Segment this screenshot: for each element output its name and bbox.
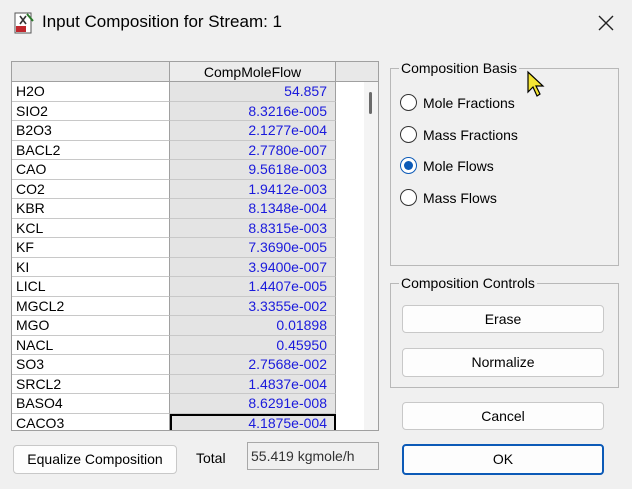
window-title: Input Composition for Stream: 1	[42, 12, 283, 31]
component-name-cell: SO3	[12, 355, 170, 375]
radio-label: Mole Fractions	[423, 94, 515, 111]
table-row: SIO2 8.3216e-005	[12, 101, 378, 121]
table-row: BACL2 2.7780e-007	[12, 140, 378, 160]
grid-header: CompMoleFlow	[12, 62, 378, 82]
grid-rows: H2O 54.857 SIO2 8.3216e-005 B2O3 2.1277e-004 B…	[12, 82, 378, 430]
radio-label: Mole Flows	[423, 157, 494, 174]
equalize-composition-button[interactable]: Equalize Composition	[13, 445, 177, 474]
table-row: BASO4 8.6291e-008	[12, 394, 378, 414]
radio-mole-flows[interactable]: Mole Flows	[400, 157, 494, 174]
table-row: B2O3 2.1277e-004	[12, 121, 378, 141]
mouse-cursor-icon	[527, 70, 545, 97]
composition-basis-label: Composition Basis	[399, 60, 519, 76]
radio-circle-icon[interactable]	[400, 189, 417, 206]
radio-label: Mass Flows	[423, 189, 497, 206]
table-row: CO2 1.9412e-003	[12, 179, 378, 199]
app-icon	[14, 12, 34, 34]
scroll-thumb[interactable]	[369, 92, 372, 114]
title-bar: Input Composition for Stream: 1	[0, 0, 632, 46]
column-header-compmoleflow[interactable]: CompMoleFlow	[170, 62, 336, 82]
radio-circle-icon[interactable]	[400, 126, 417, 143]
component-name-cell: KF	[12, 238, 170, 258]
component-name-cell: LICL	[12, 277, 170, 297]
ok-button[interactable]: OK	[402, 444, 604, 475]
component-name-cell: MGCL2	[12, 296, 170, 316]
component-value-cell[interactable]: 3.3355e-002	[170, 296, 336, 316]
component-name-cell: BACL2	[12, 140, 170, 160]
table-row: NACL 0.45950	[12, 335, 378, 355]
radio-label: Mass Fractions	[423, 126, 518, 143]
component-value-cell[interactable]: 8.6291e-008	[170, 394, 336, 414]
component-value-cell[interactable]: 8.1348e-004	[170, 199, 336, 219]
component-name-cell: BASO4	[12, 394, 170, 414]
normalize-button[interactable]: Normalize	[402, 348, 604, 377]
table-row: MGO 0.01898	[12, 316, 378, 336]
component-name-cell: MGO	[12, 316, 170, 336]
close-button[interactable]	[588, 8, 624, 38]
table-row: KI 3.9400e-007	[12, 257, 378, 277]
component-value-cell[interactable]: 1.9412e-003	[170, 179, 336, 199]
radio-mole-fractions[interactable]: Mole Fractions	[400, 94, 515, 111]
component-name-cell: NACL	[12, 335, 170, 355]
component-value-cell[interactable]: 1.4837e-004	[170, 374, 336, 394]
table-row: CAO 9.5618e-003	[12, 160, 378, 180]
cancel-button[interactable]: Cancel	[402, 402, 604, 430]
component-value-cell[interactable]: 1.4407e-005	[170, 277, 336, 297]
composition-controls-label: Composition Controls	[399, 275, 537, 291]
component-value-cell[interactable]: 54.857	[170, 82, 336, 102]
component-value-cell[interactable]: 9.5618e-003	[170, 160, 336, 180]
table-row: KCL 8.8315e-003	[12, 218, 378, 238]
component-name-cell: CO2	[12, 179, 170, 199]
total-label: Total	[196, 450, 226, 466]
table-row: MGCL2 3.3355e-002	[12, 296, 378, 316]
component-name-cell: KI	[12, 257, 170, 277]
radio-circle-icon[interactable]	[400, 157, 417, 174]
table-row: LICL 1.4407e-005	[12, 277, 378, 297]
component-name-cell: KCL	[12, 218, 170, 238]
radio-circle-icon[interactable]	[400, 94, 417, 111]
table-row: H2O 54.857	[12, 82, 378, 102]
header-filler	[336, 62, 378, 82]
component-name-cell: H2O	[12, 82, 170, 102]
component-value-cell[interactable]: 0.01898	[170, 316, 336, 336]
total-value-field: 55.419 kgmole/h	[247, 442, 379, 470]
component-value-cell[interactable]: 0.45950	[170, 335, 336, 355]
composition-grid: CompMoleFlow H2O 54.857 SIO2 8.3216e-005 B2O…	[11, 61, 379, 431]
component-name-cell: SRCL2	[12, 374, 170, 394]
table-row: SO3 2.7568e-002	[12, 355, 378, 375]
close-icon	[598, 15, 614, 31]
component-value-cell[interactable]: 8.8315e-003	[170, 218, 336, 238]
component-value-cell[interactable]: 7.3690e-005	[170, 238, 336, 258]
component-name-cell: SIO2	[12, 101, 170, 121]
component-name-cell: B2O3	[12, 121, 170, 141]
component-value-cell[interactable]: 2.7780e-007	[170, 140, 336, 160]
component-value-cell[interactable]: 3.9400e-007	[170, 257, 336, 277]
vertical-scrollbar[interactable]	[364, 82, 378, 430]
component-name-cell: CAO	[12, 160, 170, 180]
erase-button[interactable]: Erase	[402, 305, 604, 333]
component-value-cell[interactable]: 4.1875e-004	[170, 413, 336, 430]
table-row: SRCL2 1.4837e-004	[12, 374, 378, 394]
radio-mass-fractions[interactable]: Mass Fractions	[400, 126, 518, 143]
component-value-cell[interactable]: 2.1277e-004	[170, 121, 336, 141]
component-value-cell[interactable]: 8.3216e-005	[170, 101, 336, 121]
table-row: KBR 8.1348e-004	[12, 199, 378, 219]
radio-mass-flows[interactable]: Mass Flows	[400, 189, 497, 206]
composition-basis-group: Composition Basis Mole Fractions Mass Fra…	[390, 60, 619, 266]
component-value-cell[interactable]: 2.7568e-002	[170, 355, 336, 375]
grid-corner	[12, 62, 170, 82]
component-name-cell: KBR	[12, 199, 170, 219]
component-name-cell: CACO3	[12, 413, 170, 430]
table-row: KF 7.3690e-005	[12, 238, 378, 258]
table-row: CACO3 4.1875e-004	[12, 413, 378, 430]
composition-controls-group: Composition Controls Erase Normalize	[390, 275, 619, 388]
